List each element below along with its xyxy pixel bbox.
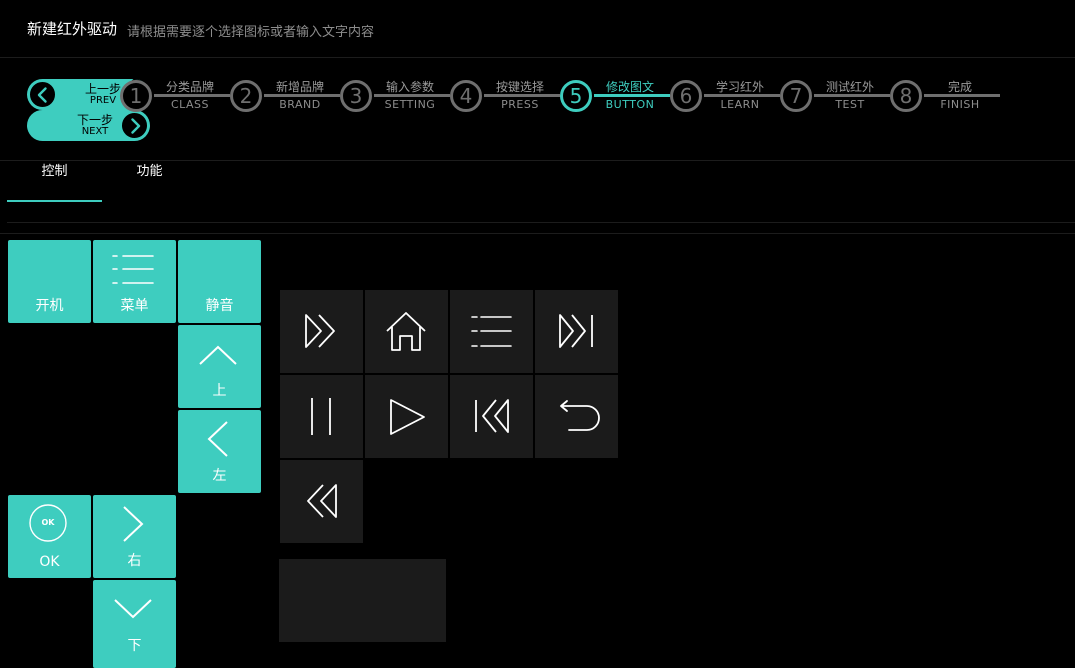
- key-label: 左: [212, 468, 227, 484]
- tab-control[interactable]: 控制: [7, 161, 102, 202]
- fast-forward-icon: [305, 314, 335, 348]
- list-tile[interactable]: [450, 290, 533, 373]
- step-label: 完成: [947, 80, 972, 94]
- page-subtitle: 请根据需要逐个选择图标或者输入文字内容: [127, 25, 375, 40]
- step-number: 2: [230, 80, 262, 112]
- key-label: 右: [127, 553, 142, 569]
- page-title: 新建红外驱动: [27, 20, 118, 38]
- power-key[interactable]: 开机: [8, 240, 91, 323]
- key-label: 菜单: [120, 298, 149, 314]
- down-key[interactable]: 下: [93, 580, 176, 668]
- step-sublabel: CLASS: [170, 98, 210, 111]
- fast-forward-tile[interactable]: [280, 290, 363, 373]
- step-sublabel: SETTING: [384, 98, 436, 111]
- step-number: 7: [780, 80, 812, 112]
- pause-tile[interactable]: [280, 375, 363, 458]
- return-icon: [560, 400, 600, 431]
- ok-key[interactable]: OK OK: [8, 495, 91, 578]
- key-label: 开机: [35, 298, 64, 314]
- step-label: 新增品牌: [275, 80, 324, 94]
- play-icon: [390, 399, 425, 435]
- rewind-tile[interactable]: [280, 460, 363, 543]
- step-label: 学习红外: [715, 80, 764, 94]
- play-tile[interactable]: [365, 375, 448, 458]
- return-tile[interactable]: [535, 375, 618, 458]
- key-label: 下: [127, 638, 142, 654]
- step-sublabel: FINISH: [940, 98, 980, 111]
- divider: [0, 233, 1075, 234]
- skip-next-icon: [559, 314, 593, 348]
- step-sublabel: LEARN: [720, 98, 760, 111]
- home-tile[interactable]: [365, 290, 448, 373]
- list-icon: [471, 316, 512, 347]
- next-label: 下一步: [76, 113, 113, 127]
- up-key[interactable]: 上: [178, 325, 261, 408]
- pause-icon: [311, 398, 331, 435]
- step-number: 1: [120, 80, 152, 112]
- step-number: 6: [670, 80, 702, 112]
- step-label: 按键选择: [495, 80, 544, 94]
- step-label: 修改图文: [605, 80, 654, 94]
- right-key[interactable]: 右: [93, 495, 176, 578]
- step-sublabel: BUTTON: [605, 98, 655, 111]
- next-sublabel: NEXT: [81, 126, 109, 137]
- menu-key[interactable]: 菜单: [93, 240, 176, 323]
- skip-previous-icon: [475, 399, 509, 433]
- chevron-left-icon: [28, 80, 57, 109]
- home-icon: [386, 312, 426, 351]
- step-sublabel: BRAND: [279, 98, 321, 111]
- key-label: OK: [39, 554, 60, 570]
- tab-bar: 控制 功能: [7, 161, 1075, 223]
- step-sublabel: TEST: [835, 98, 865, 111]
- step-number: 4: [450, 80, 482, 112]
- chevron-right-icon: [120, 111, 149, 140]
- tab-function[interactable]: 功能: [102, 161, 197, 202]
- next-button[interactable]: 下一步 NEXT: [27, 110, 150, 141]
- preview-area: [279, 559, 446, 642]
- step-label: 输入参数: [385, 80, 434, 94]
- step-label: 分类品牌: [165, 80, 214, 94]
- step-sublabel: PRESS: [501, 98, 539, 111]
- mute-key[interactable]: 静音: [178, 240, 261, 323]
- left-key[interactable]: 左: [178, 410, 261, 493]
- key-label: 静音: [205, 298, 234, 314]
- step-number: 8: [890, 80, 922, 112]
- step-label: 测试红外: [825, 80, 874, 94]
- key-label: 上: [212, 383, 227, 399]
- rewind-icon: [307, 484, 337, 518]
- skip-next-tile[interactable]: [535, 290, 618, 373]
- step-number: 3: [340, 80, 372, 112]
- ok-badge: OK: [41, 518, 55, 527]
- header: 新建红外驱动 请根据需要逐个选择图标或者输入文字内容: [0, 0, 1075, 58]
- skip-previous-tile[interactable]: [450, 375, 533, 458]
- step-number: 5: [560, 80, 592, 112]
- wizard-stepper: 上一步 PREV 下一步 NEXT 1 分类品牌 CLASS 2 新增品牌 BR…: [0, 58, 1075, 161]
